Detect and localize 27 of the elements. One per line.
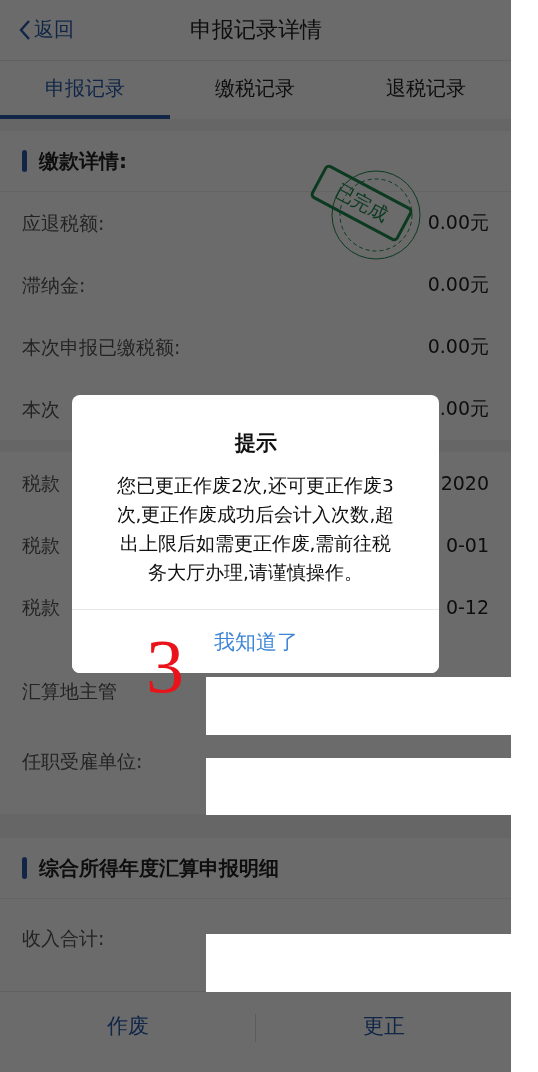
field-value: 0.00元 (427, 334, 489, 359)
chevron-left-icon (18, 18, 32, 41)
field-value: 0-12 (445, 596, 489, 618)
field-value: 0.00元 (427, 210, 489, 235)
page-title: 申报记录详情 (189, 16, 322, 44)
section-marker (22, 150, 27, 172)
dialog-message: 您已更正作废2次,还可更正作废3 次,更正作废成功后会计入次数,超 出上限后如需更正作废,需前往税 务大厅办理,请谨慎操作。 (115, 474, 396, 585)
field-label: 滞纳金: (22, 274, 86, 296)
completed-stamp: 已完成 (308, 163, 415, 243)
section-title: 缴款详情: (39, 147, 127, 175)
field-label: 税款 (22, 596, 60, 618)
field-label: 收入合计: (22, 927, 105, 949)
field-label: 应退税额: (22, 212, 105, 234)
field-label: 任职受雇单位: (22, 750, 143, 772)
field-label: 本次 (22, 398, 60, 420)
section-marker (22, 857, 27, 879)
field-label: 税款 (22, 534, 60, 556)
section-title: 综合所得年度汇算申报明细 (39, 854, 279, 882)
field-value: .00元 (439, 396, 489, 421)
field-value: 2020 (440, 472, 489, 494)
field-label: 本次申报已缴税额: (22, 336, 181, 358)
field-label: 税款 (22, 472, 60, 494)
field-label: 汇算地主管 (22, 680, 117, 702)
field-value: 0.00元 (427, 272, 489, 297)
back-button[interactable]: 返回 (18, 16, 74, 43)
dialog-title: 提示 (234, 430, 277, 457)
field-value: 0-01 (445, 534, 489, 556)
